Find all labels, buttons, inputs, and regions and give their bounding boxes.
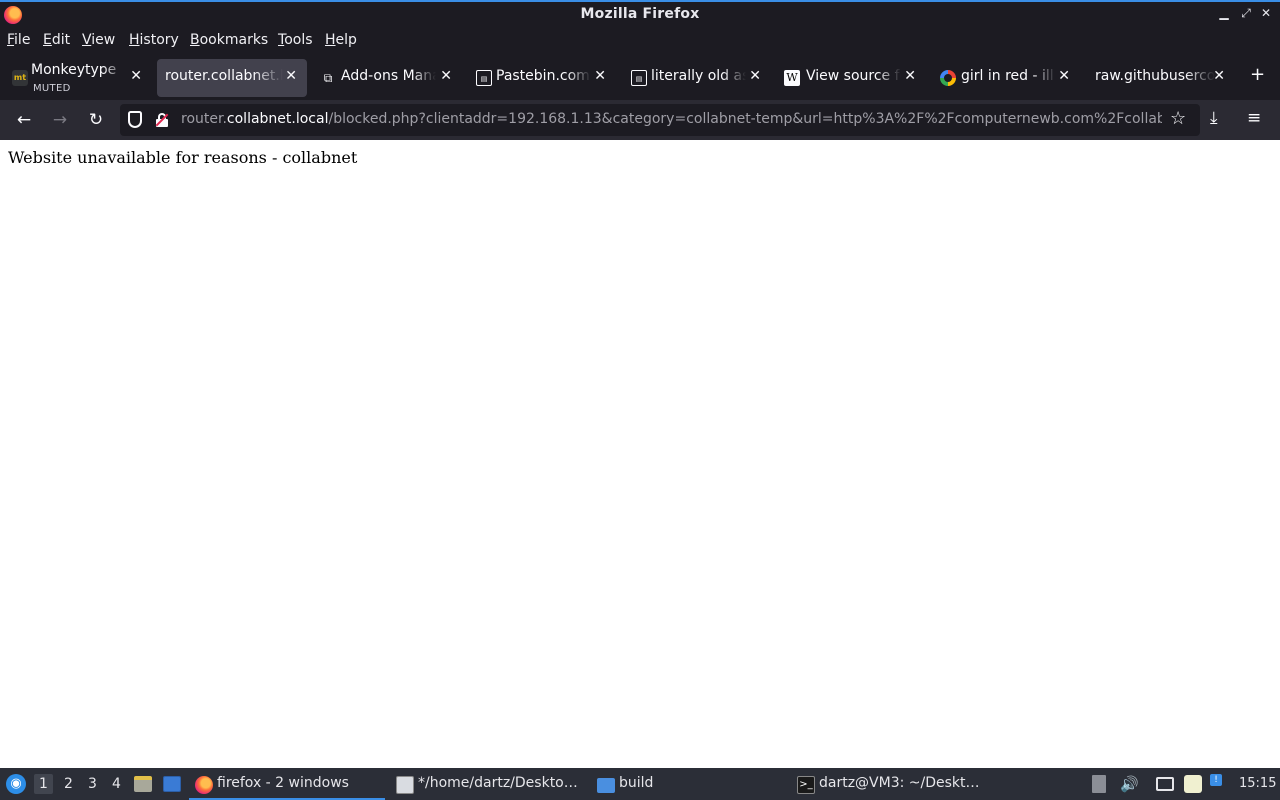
insecure-lock-icon[interactable] (155, 113, 169, 127)
tab-pastebin[interactable]: ▤ Pastebin.com ✕ (466, 59, 616, 97)
minimize-icon[interactable]: ▁ (1216, 6, 1232, 20)
network-icon[interactable] (1156, 777, 1174, 791)
workspace-3[interactable]: 3 (88, 776, 97, 792)
tab-label: View source fo (806, 68, 901, 84)
tab-label: Pastebin.com (496, 68, 590, 84)
tab-girl-in-red[interactable]: girl in red - ill c ✕ (930, 59, 1080, 97)
tab-label: girl in red - ill c (961, 68, 1056, 84)
text-editor-icon (396, 776, 414, 794)
close-tab-icon[interactable]: ✕ (749, 68, 761, 84)
downloads-icon[interactable]: ⤓ (1210, 108, 1218, 128)
forward-button[interactable]: → (48, 108, 72, 132)
task-text-editor[interactable]: */home/dartz/Deskto… (396, 772, 586, 798)
tab-view-source[interactable]: W View source fo ✕ (776, 59, 926, 97)
notification-icon[interactable]: ! (1210, 774, 1222, 786)
page-content: Website unavailable for reasons - collab… (0, 140, 1280, 768)
tab-label: literally old ass (651, 68, 746, 84)
show-desktop-icon[interactable] (163, 776, 181, 792)
menu-help[interactable]: Help (325, 32, 357, 48)
tab-router-collabnet[interactable]: router.collabnet.lo ✕ (157, 59, 307, 97)
monkeytype-icon: mt (12, 70, 28, 86)
tab-raw-githubusercontent[interactable]: raw.githubuserco ✕ (1085, 59, 1235, 97)
file-manager-launcher-icon[interactable] (134, 776, 152, 792)
firefox-icon (195, 776, 213, 794)
bookmark-star-icon[interactable]: ☆ (1170, 108, 1186, 129)
tab-addons-manager[interactable]: ⧉ Add-ons Manager ✕ (312, 59, 462, 97)
maximize-icon[interactable]: ⤢ (1238, 6, 1254, 21)
window-title: Mozilla Firefox (580, 6, 700, 22)
task-label: dartz@VM3: ~/Deskt… (819, 775, 980, 791)
url-bar[interactable]: router.collabnet.local/blocked.php?clien… (120, 104, 1200, 136)
tab-label: router.collabnet.lo (165, 68, 283, 84)
tab-strip: mt Monkeytype MUTED ✕ router.collabnet.l… (0, 54, 1280, 100)
menu-view[interactable]: View (82, 32, 115, 48)
tab-label: raw.githubuserco (1095, 68, 1215, 84)
clipboard-icon[interactable] (1184, 775, 1202, 793)
pastebin-icon: ▤ (476, 70, 492, 86)
workspace-1[interactable]: 1 (34, 774, 53, 794)
task-label: */home/dartz/Deskto… (418, 775, 578, 791)
tab-monkeytype[interactable]: mt Monkeytype MUTED ✕ (2, 59, 152, 97)
task-firefox[interactable]: firefox - 2 windows (189, 772, 385, 800)
pastebin-icon: ▤ (631, 70, 647, 86)
close-window-icon[interactable]: ✕ (1258, 6, 1274, 20)
task-label: firefox - 2 windows (217, 775, 349, 791)
workspace-4[interactable]: 4 (112, 776, 121, 792)
menu-file[interactable]: File (7, 32, 30, 48)
eject-icon[interactable] (1092, 775, 1106, 793)
url-text[interactable]: router.collabnet.local/blocked.php?clien… (181, 111, 1162, 127)
puzzle-icon: ⧉ (323, 71, 333, 85)
task-label: build (619, 775, 654, 791)
tab-label: Add-ons Manager (341, 68, 436, 84)
folder-icon (597, 778, 615, 793)
new-tab-button[interactable]: + (1250, 64, 1265, 85)
window-titlebar: Mozilla Firefox ▁ ⤢ ✕ (0, 0, 1280, 28)
start-menu-icon[interactable]: ◉ (6, 774, 26, 794)
tracking-protection-icon[interactable] (128, 111, 142, 128)
wikipedia-icon: W (784, 70, 800, 86)
volume-icon[interactable]: 🔊 (1120, 775, 1139, 793)
close-tab-icon[interactable]: ✕ (1213, 68, 1225, 84)
back-button[interactable]: ← (12, 108, 36, 132)
blocked-message: Website unavailable for reasons - collab… (8, 148, 358, 167)
close-tab-icon[interactable]: ✕ (285, 68, 297, 84)
navigation-toolbar: ← → ↻ router.collabnet.local/blocked.php… (0, 100, 1280, 140)
google-icon (940, 70, 956, 86)
workspace-2[interactable]: 2 (64, 776, 73, 792)
tab-muted-label: MUTED (33, 83, 71, 94)
task-terminal[interactable]: >_ dartz@VM3: ~/Deskt… (797, 772, 987, 798)
close-tab-icon[interactable]: ✕ (440, 68, 452, 84)
close-tab-icon[interactable]: ✕ (130, 68, 142, 84)
terminal-icon: >_ (797, 776, 815, 794)
tab-label: Monkeytype (31, 62, 117, 78)
clock[interactable]: 15:15 (1239, 776, 1276, 791)
tab-literally-old[interactable]: ▤ literally old ass ✕ (621, 59, 771, 97)
task-build-folder[interactable]: build (597, 772, 787, 798)
menu-bookmarks[interactable]: Bookmarks (190, 32, 268, 48)
menu-tools[interactable]: Tools (278, 32, 313, 48)
close-tab-icon[interactable]: ✕ (904, 68, 916, 84)
menu-edit[interactable]: Edit (43, 32, 70, 48)
close-tab-icon[interactable]: ✕ (594, 68, 606, 84)
reload-button[interactable]: ↻ (84, 108, 108, 132)
close-tab-icon[interactable]: ✕ (1058, 68, 1070, 84)
taskbar: ◉ 1 2 3 4 firefox - 2 windows */home/dar… (0, 768, 1280, 800)
hamburger-menu-icon[interactable]: ≡ (1247, 108, 1261, 128)
menu-bar: File Edit View History Bookmarks Tools H… (0, 28, 1280, 54)
menu-history[interactable]: History (129, 32, 179, 48)
